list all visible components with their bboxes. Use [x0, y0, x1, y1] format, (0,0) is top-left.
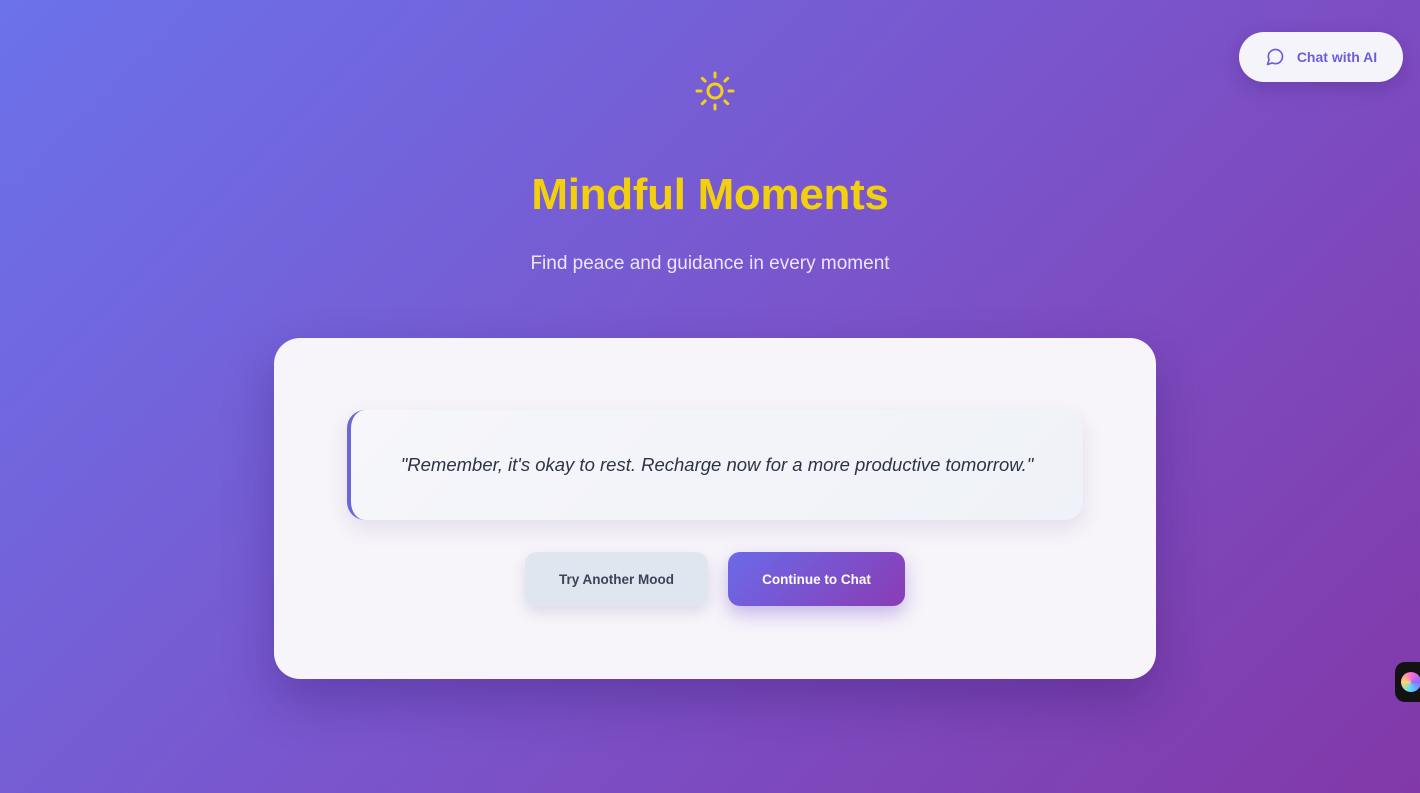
- quote-box: "Remember, it's okay to rest. Recharge n…: [347, 410, 1083, 520]
- assistant-widget-button[interactable]: [1395, 662, 1420, 702]
- chat-with-ai-button[interactable]: Chat with AI: [1239, 32, 1403, 82]
- continue-to-chat-button[interactable]: Continue to Chat: [728, 552, 905, 606]
- message-circle-icon: [1265, 47, 1285, 67]
- try-another-mood-button[interactable]: Try Another Mood: [525, 552, 708, 606]
- mood-card: "Remember, it's okay to rest. Recharge n…: [274, 338, 1156, 679]
- quote-text: "Remember, it's okay to rest. Recharge n…: [400, 454, 1034, 475]
- page-subtitle: Find peace and guidance in every moment: [530, 253, 890, 274]
- sun-icon: [694, 70, 736, 112]
- chat-with-ai-label: Chat with AI: [1296, 49, 1378, 65]
- assistant-orb-icon: [1401, 672, 1420, 692]
- page-title: Mindful Moments: [531, 170, 889, 219]
